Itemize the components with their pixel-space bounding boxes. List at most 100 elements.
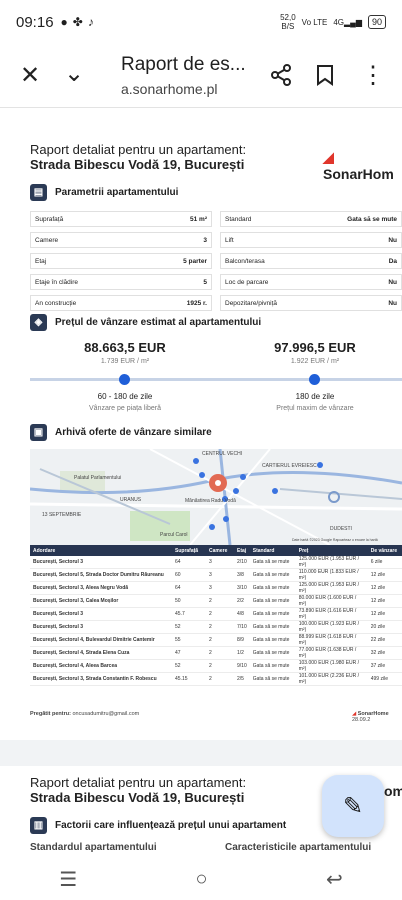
sonarhome-logo-2: om	[384, 783, 402, 799]
table-row: București, Sectorul 3, Strada Constantin…	[30, 672, 402, 686]
bookmark-icon[interactable]	[316, 64, 334, 91]
notification-icons: ● ✤ ♪	[61, 15, 94, 29]
map-label-centru: CENTRUL VECHI	[202, 451, 243, 457]
table-cell: 80.000 EUR (1.600 EUR / m²)	[295, 594, 368, 608]
param-cell: Balcon/terasa Da	[220, 253, 402, 269]
col-pret: Preț	[295, 545, 368, 556]
table-cell: Gata să se mute	[249, 659, 296, 673]
col-standard: Standard	[249, 545, 296, 556]
price-section-heading: ◈ Prețul de vânzare estimat al apartamen…	[30, 314, 261, 331]
col-camere: Camere	[206, 545, 234, 556]
table-cell: 50	[172, 594, 206, 608]
table-cell: 3	[206, 568, 234, 582]
edit-fab[interactable]: ✎	[322, 775, 384, 837]
recent-apps-icon[interactable]: ☰	[59, 867, 77, 892]
table-cell: București, Sectorul 4, Bulevardul Dimitr…	[30, 633, 172, 647]
table-cell: București, Sectorul 3	[30, 607, 172, 621]
status-time: 09:16	[16, 13, 54, 31]
price-min-marker	[119, 374, 130, 385]
table-cell: 101.000 EUR (2.236 EUR / m²)	[295, 672, 368, 686]
table-row: București, Sectorul 3 45.7 2 4/8 Gata să se …	[30, 607, 402, 621]
price-max-days: 180 de zile	[295, 392, 335, 401]
table-cell: 12 zile	[367, 568, 402, 582]
table-cell: București, Sectorul 3	[30, 556, 172, 569]
table-cell: 64	[172, 556, 206, 569]
param-cell: Etaj 5 parter	[30, 253, 212, 269]
table-cell: 20 zile	[367, 620, 402, 634]
share-icon[interactable]	[270, 64, 292, 91]
offers-map: CENTRUL VECHI CARTIERUL EVREIESC Palatul…	[30, 449, 402, 545]
table-cell: 6 zile	[367, 556, 402, 569]
pinwheel-icon: ✤	[72, 15, 83, 29]
map-label-palat: Palatul Parlamentului	[74, 475, 122, 481]
table-cell: București, Sectorul 4, Aleea Barcea	[30, 659, 172, 673]
table-cell: Gata să se mute	[249, 620, 296, 634]
table-cell: 2/2	[234, 594, 250, 608]
params-section-heading: ▤ Parametrii apartamentului	[30, 184, 178, 201]
map-label-parc: Parcul Carol	[160, 532, 188, 538]
battery-icon: 90	[367, 15, 386, 29]
back-icon[interactable]: ↩	[326, 867, 343, 892]
table-cell: 88.999 EUR (1.618 EUR / m²)	[295, 633, 368, 647]
table-cell: 60	[172, 568, 206, 582]
tag-icon: ◈	[30, 314, 47, 331]
page-separator	[0, 740, 402, 766]
footer-brand: ◢ SonarHome 28.09.2	[352, 711, 389, 723]
price-max-caption: Prețul maxim de vânzare	[276, 405, 354, 412]
table-cell: București, Sectorul 3	[30, 620, 172, 634]
table-cell: 8/9	[234, 633, 250, 647]
page-url: a.sonarhome.pl	[121, 81, 218, 97]
report2-address: Strada Bibescu Vodă 19, București	[30, 790, 245, 805]
similar-offers-table: Adordare Suprafață Camere Etaj Standard …	[30, 545, 402, 686]
table-row: București, Sectorul 3 64 3 2/10 Gata să se m…	[30, 556, 402, 569]
custom-tab-toolbar: ✕ ⌄ Raport de es... a.sonarhome.pl ⋮	[0, 44, 402, 108]
map-label-uranus: URANUS	[120, 497, 142, 503]
table-cell: 12 zile	[367, 581, 402, 595]
param-cell: Etaje în clădire 5	[30, 274, 212, 290]
table-cell: 2	[206, 633, 234, 647]
table-cell: București, Sectorul 4, Strada Elena Cuza	[30, 646, 172, 660]
table-row: București, Sectorul 4, Aleea Barcea 52 2 9/…	[30, 659, 402, 673]
map-label-cartier: CARTIERUL EVREIESC	[262, 463, 317, 469]
param-cell: Depozitare/pivniță Nu	[220, 295, 402, 311]
table-cell: 22 zile	[367, 633, 402, 647]
table-cell: 4/8	[234, 607, 250, 621]
table-cell: Gata să se mute	[249, 581, 296, 595]
param-cell: Camere 3	[30, 232, 212, 248]
table-cell: 12 zile	[367, 594, 402, 608]
factor-col-standard: Standardul apartamentului	[30, 842, 157, 853]
map-label-manastirea: Mănăstirea Radu Vodă	[185, 498, 236, 504]
table-cell: 45.15	[172, 672, 206, 686]
table-cell: 2	[206, 659, 234, 673]
table-cell: 47	[172, 646, 206, 660]
table-cell: 45.7	[172, 607, 206, 621]
param-cell: Standard Gata să se mute	[220, 211, 402, 227]
table-cell: 3/8	[234, 568, 250, 582]
home-icon[interactable]: ○	[196, 868, 208, 891]
table-cell: 3	[206, 581, 234, 595]
table-cell: Gata să se mute	[249, 607, 296, 621]
table-cell: Gata să se mute	[249, 556, 296, 569]
factor-col-characteristics: Caracteristicile apartamentului	[225, 842, 372, 853]
table-cell: Gata să se mute	[249, 672, 296, 686]
more-options-icon[interactable]: ⋮	[361, 64, 385, 88]
table-cell: 32 zile	[367, 646, 402, 660]
chart-icon: ▥	[30, 817, 47, 834]
footer-prepared: Pregătit pentru: oncusadumitru@gmail.com	[30, 711, 140, 717]
table-cell: Gata să se mute	[249, 568, 296, 582]
document-icon: ▤	[30, 184, 47, 201]
table-cell: 52	[172, 659, 206, 673]
table-cell: 9/10	[234, 659, 250, 673]
table-cell: 55	[172, 633, 206, 647]
map-label-dudesti: DUDESTI	[330, 526, 352, 532]
report-address: Strada Bibescu Vodă 19, București	[30, 157, 245, 172]
chevron-down-icon[interactable]: ⌄	[64, 62, 84, 86]
table-cell: 3/10	[234, 581, 250, 595]
price-max-marker	[309, 374, 320, 385]
close-icon[interactable]: ✕	[20, 64, 40, 88]
table-cell: 7/10	[234, 620, 250, 634]
factors-section-heading: ▥ Factorii care influențează prețul unui…	[30, 817, 286, 834]
table-cell: 2	[206, 620, 234, 634]
table-cell: 52	[172, 620, 206, 634]
table-row: București, Sectorul 3, Calea Moșilor 50 2 2…	[30, 594, 402, 608]
